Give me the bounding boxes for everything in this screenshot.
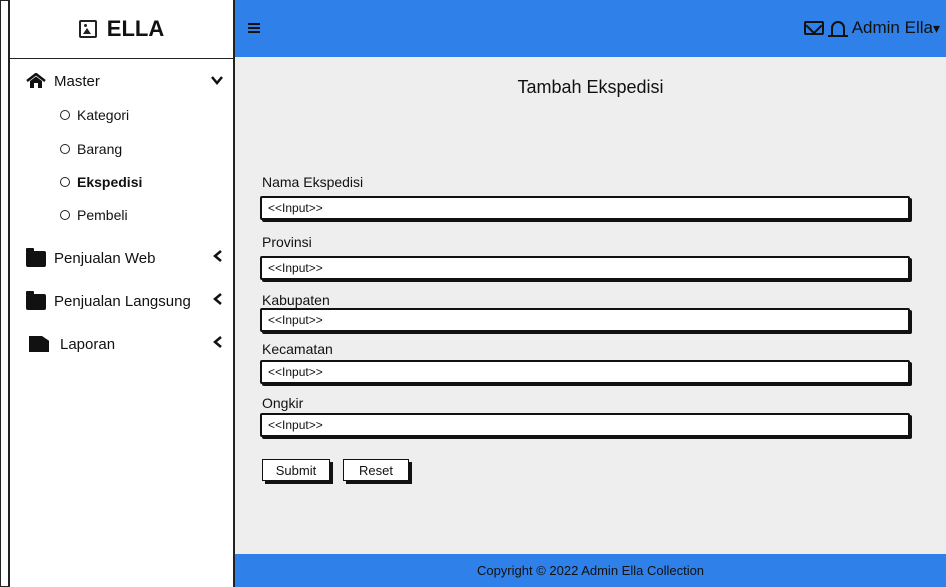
brand[interactable]: ELLA bbox=[10, 0, 233, 59]
field-label-kabupaten: Kabupaten bbox=[262, 292, 330, 308]
footer: Copyright © 2022 Admin Ella Collection bbox=[235, 554, 946, 587]
chevron-left-icon bbox=[213, 335, 223, 353]
sidebar-subitem-barang[interactable]: Barang bbox=[60, 141, 122, 157]
provinsi-input[interactable]: <<Input>> bbox=[260, 256, 910, 280]
sidebar-item-penjualan-langsung[interactable]: Penjualan Langsung bbox=[26, 291, 223, 310]
chevron-left-icon bbox=[213, 292, 223, 310]
sidebar-item-penjualan-web[interactable]: Penjualan Web bbox=[26, 248, 223, 267]
ongkir-input[interactable]: <<Input>> bbox=[260, 413, 910, 437]
reset-button[interactable]: Reset bbox=[343, 459, 409, 481]
copyright-text: Copyright © 2022 Admin Ella Collection bbox=[476, 563, 705, 578]
sidebar-item-label: Penjualan Langsung bbox=[54, 292, 191, 310]
user-menu[interactable]: Admin Ella▾ bbox=[852, 18, 940, 38]
field-label-provinsi: Provinsi bbox=[262, 234, 312, 250]
hamburger-icon[interactable] bbox=[248, 23, 260, 35]
sidebar-subitem-ekspedisi[interactable]: Ekspedisi bbox=[60, 174, 142, 190]
page-title: Tambah Ekspedisi bbox=[517, 77, 664, 97]
sidebar-subitem-label: Kategori bbox=[77, 107, 130, 123]
circle-icon bbox=[60, 177, 70, 187]
sidebar-item-label: Penjualan Web bbox=[54, 249, 156, 267]
caret-down-icon: ▾ bbox=[932, 20, 940, 36]
image-icon bbox=[78, 20, 97, 38]
sidebar-subitem-label: Barang bbox=[77, 141, 123, 157]
sidebar-item-label: Laporan bbox=[60, 335, 116, 353]
field-label-nama-ekspedisi: Nama Ekspedisi bbox=[262, 174, 364, 190]
sidebar-subitem-kategori[interactable]: Kategori bbox=[60, 107, 129, 123]
sidebar-item-laporan[interactable]: Laporan bbox=[26, 335, 223, 353]
user-name: Admin Ella bbox=[851, 18, 933, 37]
field-label-ongkir: Ongkir bbox=[262, 395, 304, 411]
sidebar-item-label: Master bbox=[54, 72, 100, 90]
header-user-area: Admin Ella▾ bbox=[803, 18, 940, 38]
chevron-left-icon bbox=[213, 249, 223, 267]
circle-icon bbox=[60, 144, 70, 154]
sidebar-subitem-pembeli[interactable]: Pembeli bbox=[60, 207, 128, 223]
field-label-kecamatan: Kecamatan bbox=[262, 341, 333, 357]
nama-ekspedisi-input[interactable]: <<Input>> bbox=[260, 196, 910, 220]
kabupaten-input[interactable]: <<Input>> bbox=[260, 308, 910, 332]
home-icon bbox=[26, 73, 46, 88]
chevron-down-icon bbox=[211, 72, 223, 90]
top-header: Admin Ella▾ bbox=[235, 0, 946, 57]
brand-name: ELLA bbox=[106, 16, 165, 41]
folder-icon bbox=[26, 291, 46, 310]
sidebar: ELLA Master Kategori Barang Ekspedisi Pe… bbox=[8, 0, 235, 587]
bell-icon[interactable] bbox=[827, 21, 848, 37]
file-icon bbox=[29, 336, 49, 352]
submit-button[interactable]: Submit bbox=[262, 459, 330, 481]
mail-icon[interactable] bbox=[803, 21, 824, 35]
sidebar-subitem-label: Ekspedisi bbox=[77, 174, 143, 190]
kecamatan-input[interactable]: <<Input>> bbox=[260, 360, 910, 384]
sidebar-subitem-label: Pembeli bbox=[77, 207, 128, 223]
main-content: Tambah Ekspedisi Nama Ekspedisi <<Input>… bbox=[235, 57, 946, 554]
folder-icon bbox=[26, 248, 46, 267]
circle-icon bbox=[60, 110, 70, 120]
circle-icon bbox=[60, 210, 70, 220]
sidebar-item-master[interactable]: Master bbox=[26, 72, 223, 90]
